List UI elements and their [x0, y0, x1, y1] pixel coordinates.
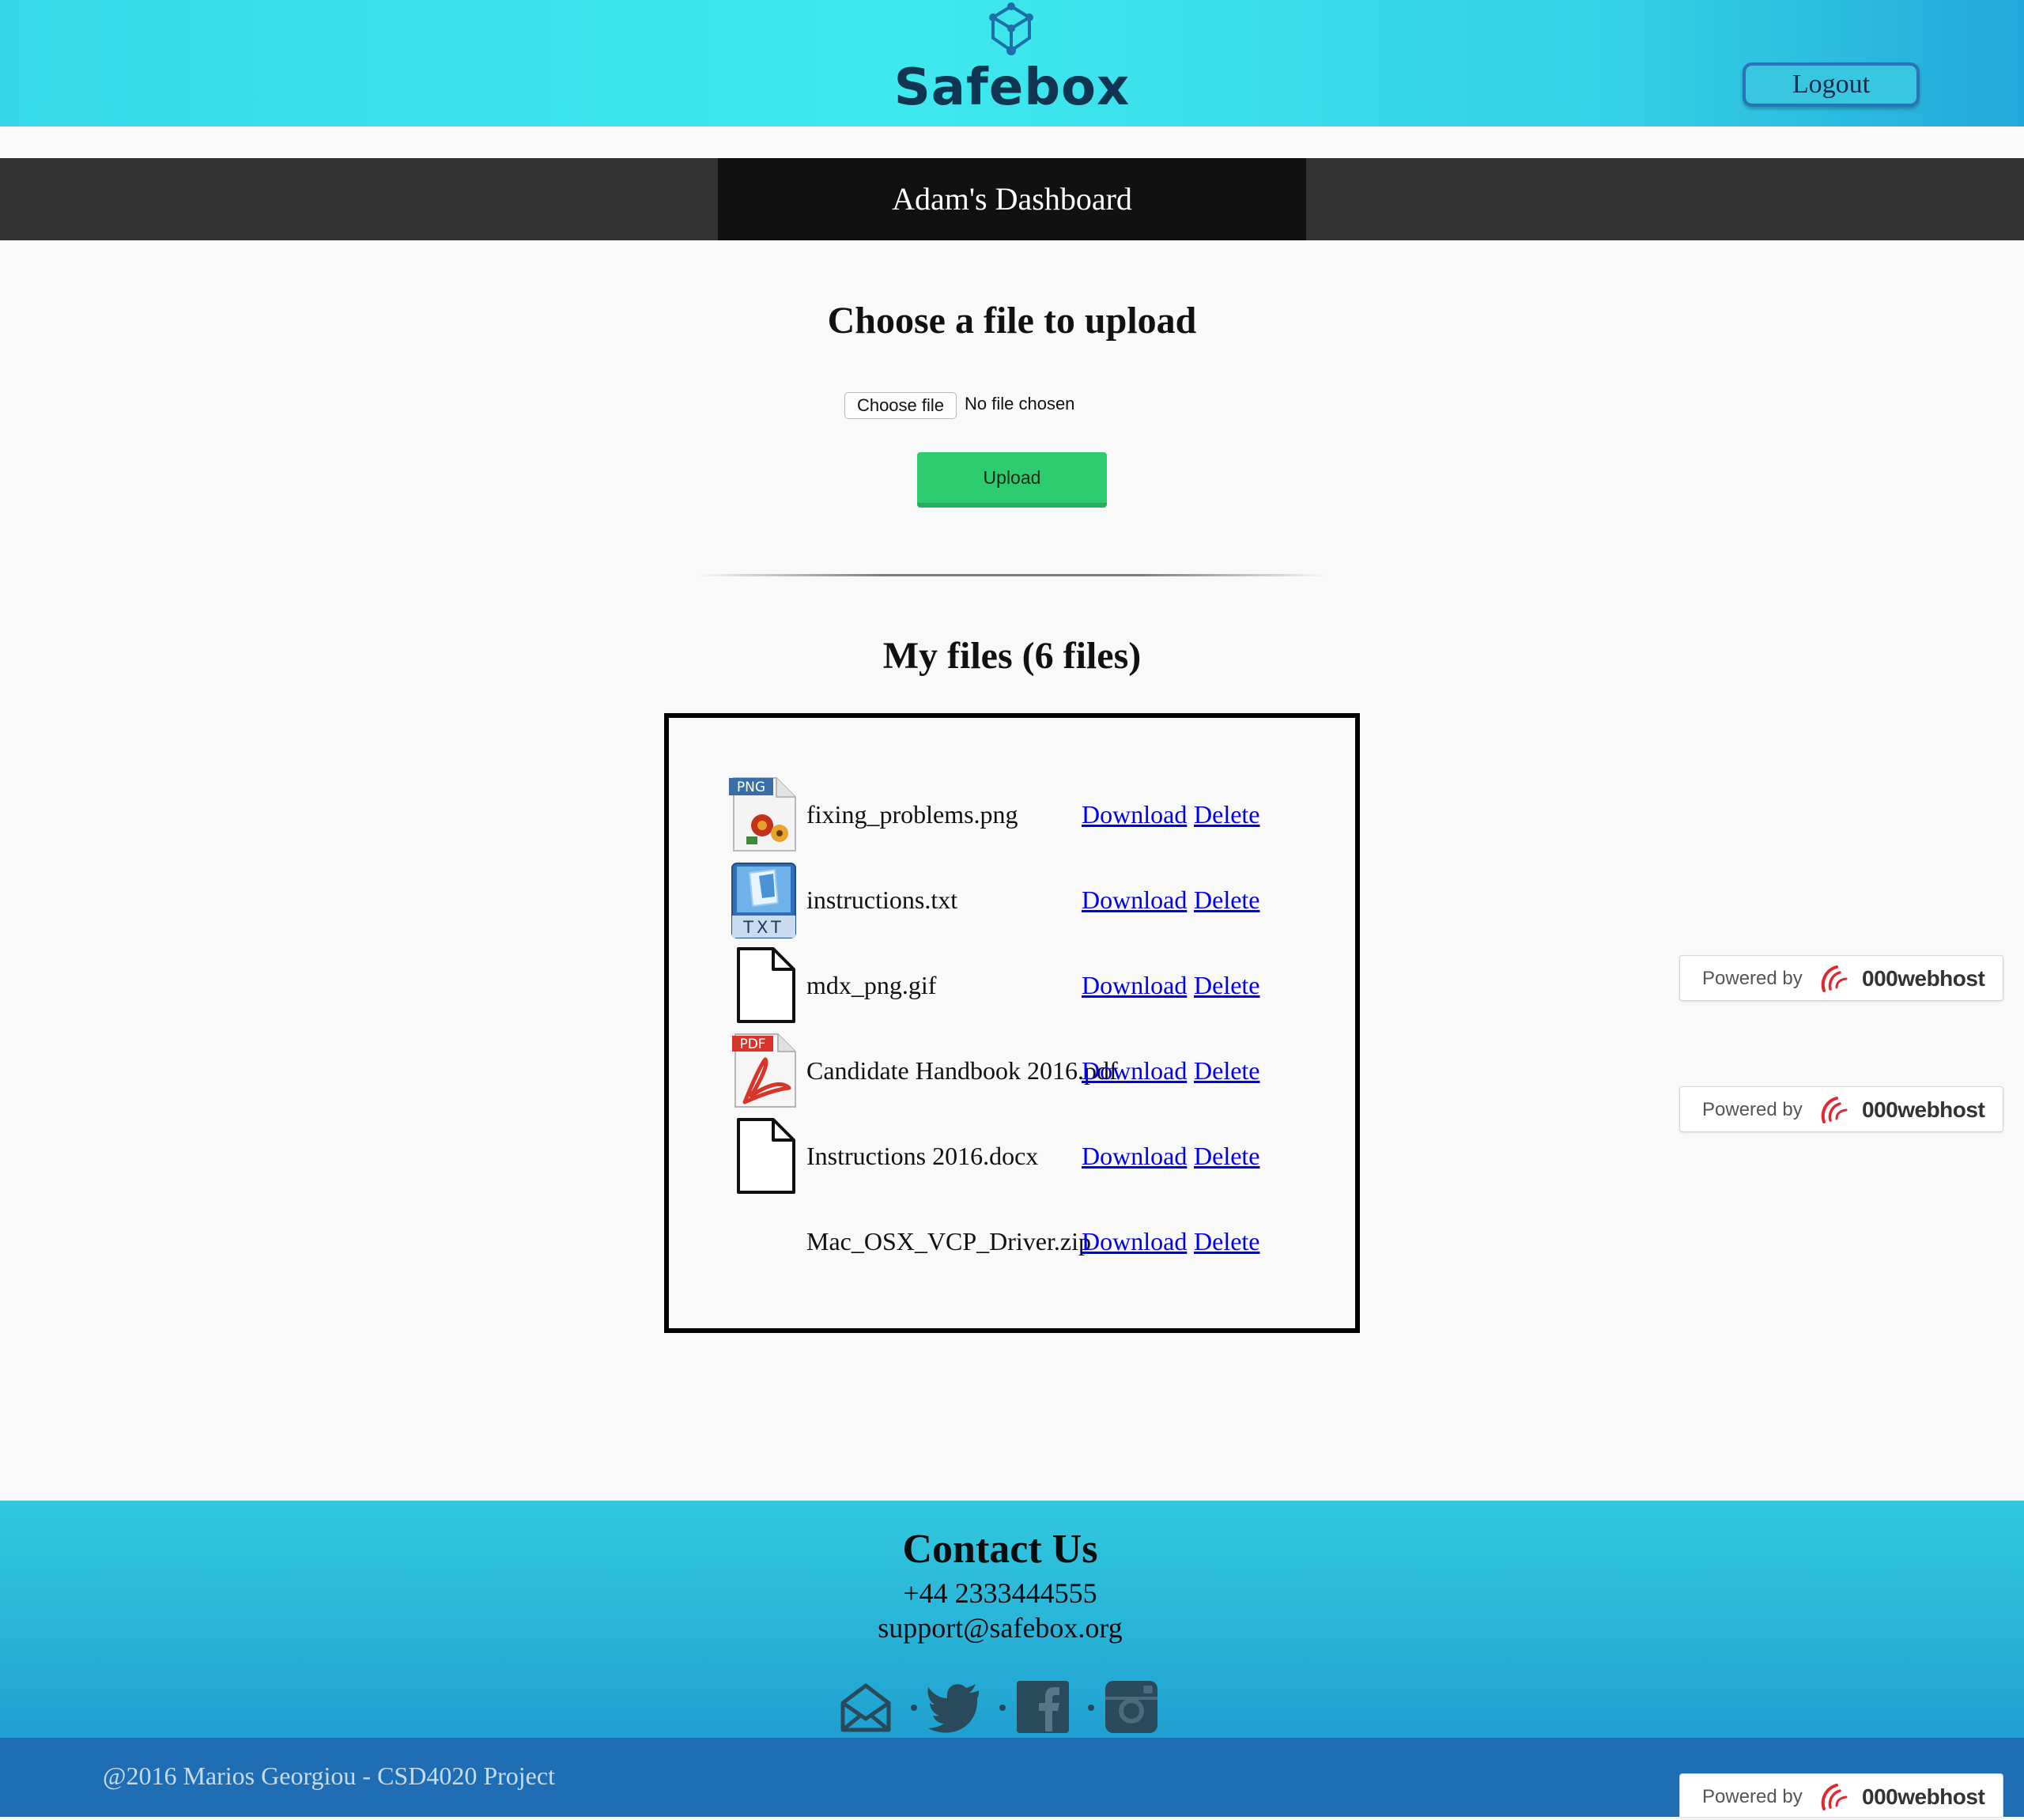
- download-link[interactable]: Download: [1082, 1202, 1187, 1281]
- download-link[interactable]: Download: [1082, 946, 1187, 1025]
- file-name: instructions.txt: [806, 885, 958, 914]
- bottom-bar: @2016 Marios Georgiou - CSD4020 Project …: [0, 1738, 2024, 1817]
- delete-link[interactable]: Delete: [1194, 1031, 1260, 1110]
- separator-dot: [1088, 1705, 1094, 1711]
- delete-link[interactable]: Delete: [1194, 1116, 1260, 1195]
- delete-link[interactable]: Delete: [1194, 1202, 1260, 1281]
- delete-link[interactable]: Delete: [1194, 860, 1260, 939]
- svg-text:PNG: PNG: [737, 780, 765, 795]
- file-row: Instructions 2016.docx Download Delete: [727, 1116, 1344, 1195]
- site-logo-text[interactable]: Safebox: [854, 59, 1170, 117]
- pdf-file-icon: PDF: [732, 1033, 796, 1108]
- blank-file-icon: [737, 947, 795, 1023]
- copyright-text: @2016 Marios Georgiou - CSD4020 Project: [103, 1761, 555, 1790]
- hexagon-logo-icon: [989, 2, 1033, 55]
- site-header: Safebox Logout: [0, 0, 2024, 126]
- files-heading: My files (6 files): [882, 635, 1142, 677]
- file-row: PNG fixing_problems.png Download Delete: [727, 775, 1344, 854]
- file-row: mdx_png.gif Download Delete: [727, 946, 1344, 1025]
- svg-text:TXT: TXT: [742, 918, 784, 937]
- powered-by-badge[interactable]: Powered by 000webhost: [1679, 955, 2003, 1001]
- file-row: PDF Candidate Handbook 2016.pdf Download…: [727, 1031, 1344, 1110]
- file-name: Mac_OSX_VCP_Driver.zip: [806, 1227, 1091, 1255]
- separator-dot: [911, 1705, 917, 1711]
- file-list: PNG fixing_problems.png Download Delete …: [664, 713, 1360, 1333]
- file-name: Instructions 2016.docx: [806, 1142, 1039, 1170]
- webhost-logo-icon: [1821, 965, 1848, 992]
- download-link[interactable]: Download: [1082, 1116, 1187, 1195]
- webhost-name: 000webhost: [1862, 966, 1985, 991]
- choose-file-button[interactable]: Choose file: [844, 392, 957, 419]
- delete-link[interactable]: Delete: [1194, 775, 1260, 854]
- footer: Contact Us +44 2333444555 support@safebo…: [0, 1501, 2024, 1738]
- upload-heading: Choose a file to upload: [827, 300, 1197, 342]
- mail-icon[interactable]: [838, 1679, 893, 1735]
- powered-by-label: Powered by: [1702, 968, 1803, 989]
- instagram-icon[interactable]: [1104, 1679, 1159, 1735]
- logout-button[interactable]: Logout: [1743, 62, 1920, 107]
- svg-text:PDF: PDF: [739, 1036, 765, 1052]
- blank-file-icon: [737, 1118, 795, 1194]
- contact-email[interactable]: support@safebox.org: [791, 1611, 1210, 1644]
- separator-dot: [999, 1705, 1006, 1711]
- webhost-logo-icon: [1821, 1097, 1848, 1123]
- png-file-icon: PNG: [729, 777, 796, 851]
- webhost-logo-icon: [1821, 1784, 1848, 1811]
- download-link[interactable]: Download: [1082, 1031, 1187, 1110]
- upload-button[interactable]: Upload: [917, 452, 1107, 508]
- txt-file-icon: TXT: [731, 863, 796, 938]
- file-row: Mac_OSX_VCP_Driver.zip Download Delete: [727, 1202, 1344, 1281]
- contact-title: Contact Us: [902, 1527, 1098, 1572]
- powered-by-badge[interactable]: Powered by 000webhost: [1679, 1773, 2003, 1817]
- dashboard-title: Adam's Dashboard: [718, 158, 1306, 240]
- file-name: mdx_png.gif: [806, 971, 937, 999]
- file-name: Candidate Handbook 2016.pdf: [806, 1056, 1118, 1085]
- powered-by-label: Powered by: [1702, 1786, 1803, 1807]
- file-row: TXT instructions.txt Download Delete: [727, 860, 1344, 939]
- section-divider: [696, 574, 1328, 576]
- no-file-status: No file chosen: [965, 394, 1075, 413]
- delete-link[interactable]: Delete: [1194, 946, 1260, 1025]
- twitter-icon[interactable]: [927, 1679, 982, 1735]
- webhost-name: 000webhost: [1862, 1784, 1985, 1809]
- file-name: fixing_problems.png: [806, 800, 1018, 829]
- powered-by-badge[interactable]: Powered by 000webhost: [1679, 1086, 2003, 1132]
- powered-by-label: Powered by: [1702, 1099, 1803, 1120]
- webhost-name: 000webhost: [1862, 1097, 1985, 1122]
- download-link[interactable]: Download: [1082, 775, 1187, 854]
- facebook-icon[interactable]: [1015, 1679, 1071, 1735]
- contact-phone[interactable]: +44 2333444555: [791, 1576, 1210, 1610]
- download-link[interactable]: Download: [1082, 860, 1187, 939]
